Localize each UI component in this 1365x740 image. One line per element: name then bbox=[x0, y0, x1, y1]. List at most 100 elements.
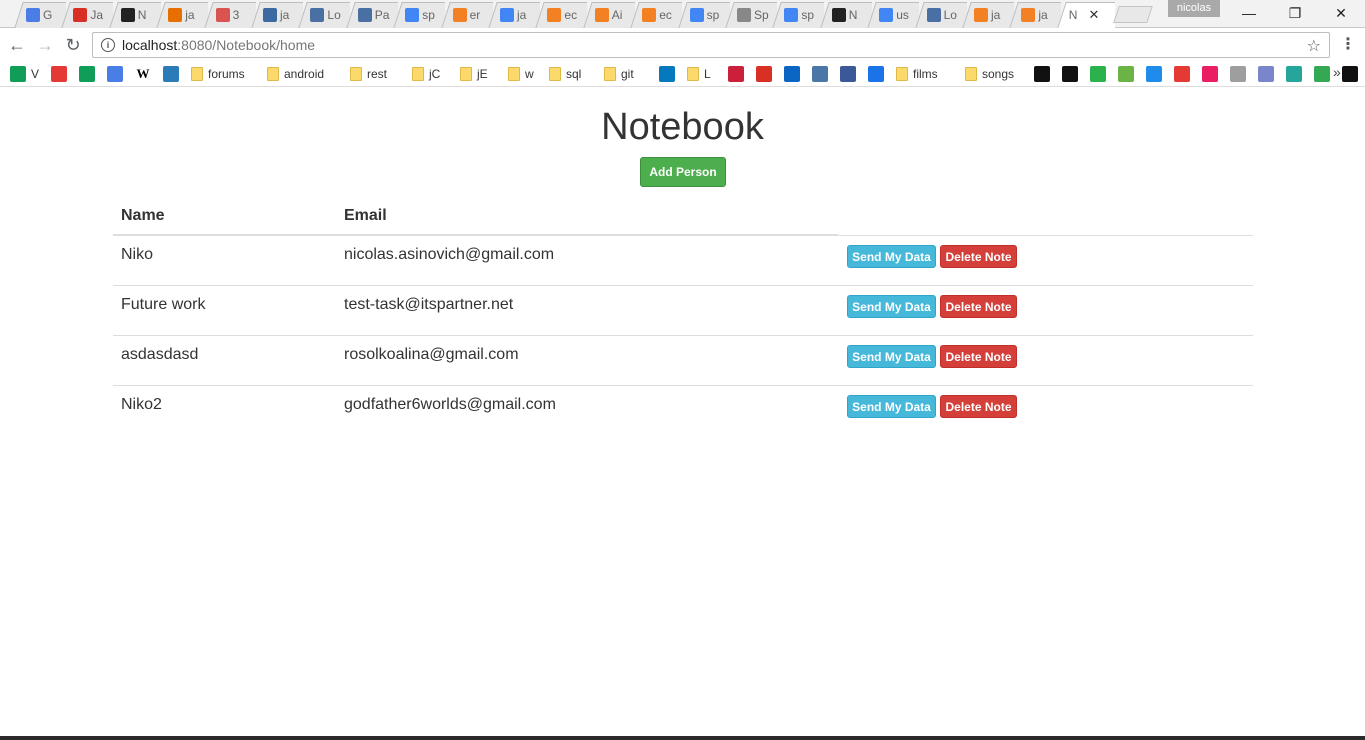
url-text[interactable]: localhost:8080/Notebook/home bbox=[122, 37, 315, 53]
bookmark-item[interactable]: jE bbox=[460, 65, 488, 83]
bookmark-item[interactable] bbox=[163, 65, 179, 83]
google-icon bbox=[784, 8, 799, 22]
bookmark-item[interactable] bbox=[1062, 65, 1078, 83]
bookmark-item[interactable] bbox=[868, 65, 884, 83]
send-my-data-button[interactable]: Send My Data bbox=[847, 395, 936, 418]
forward-icon[interactable]: → bbox=[33, 33, 57, 57]
bookmark-item[interactable] bbox=[1034, 65, 1050, 83]
browser-tab[interactable]: us bbox=[867, 2, 919, 28]
browser-tab[interactable]: ec bbox=[630, 2, 682, 28]
bookmark-item[interactable] bbox=[1230, 65, 1246, 83]
bookmark-item[interactable]: sql bbox=[549, 65, 581, 83]
send-my-data-button[interactable]: Send My Data bbox=[847, 295, 936, 318]
bookmark-label: sql bbox=[566, 67, 582, 81]
bookmark-item[interactable]: L bbox=[687, 65, 711, 83]
person-email: godfather6worlds@gmail.com bbox=[344, 396, 556, 413]
bookmark-item[interactable] bbox=[1146, 65, 1162, 83]
browser-tab[interactable]: ja bbox=[962, 2, 1014, 28]
bookmark-label: films bbox=[913, 67, 938, 81]
bookmark-item[interactable] bbox=[1090, 65, 1106, 83]
bookmark-item[interactable]: git bbox=[604, 65, 634, 83]
send-my-data-button[interactable]: Send My Data bbox=[847, 245, 936, 268]
delete-note-button[interactable]: Delete Note bbox=[940, 295, 1017, 318]
browser-tab[interactable]: ja bbox=[1009, 2, 1061, 28]
github-icon bbox=[831, 8, 846, 22]
browser-tab[interactable]: Pa bbox=[346, 2, 398, 28]
bookmark-item[interactable] bbox=[1174, 65, 1190, 83]
send-my-data-button[interactable]: Send My Data bbox=[847, 345, 936, 368]
browser-tab[interactable]: Ja bbox=[61, 2, 113, 28]
browser-tab[interactable]: er bbox=[441, 2, 493, 28]
browser-tab[interactable]: Sp bbox=[725, 2, 777, 28]
bookmark-item[interactable] bbox=[1202, 65, 1218, 83]
profile-button[interactable]: nicolas bbox=[1168, 0, 1220, 17]
site-info-icon[interactable]: i bbox=[101, 38, 115, 52]
back-icon[interactable]: ← bbox=[5, 33, 29, 57]
browser-tab[interactable]: Lo bbox=[915, 2, 967, 28]
vk-icon bbox=[812, 66, 828, 82]
bookmarks-overflow-icon[interactable]: » bbox=[1333, 64, 1341, 80]
bookmark-item[interactable] bbox=[840, 65, 856, 83]
bookmark-item[interactable]: jC bbox=[412, 65, 440, 83]
folder-icon bbox=[604, 67, 616, 81]
browser-tab[interactable]: sp bbox=[678, 2, 730, 28]
hexlet-icon bbox=[215, 8, 230, 22]
bookmark-item[interactable] bbox=[1342, 65, 1358, 83]
bookmark-item[interactable]: W bbox=[135, 65, 151, 83]
bookmark-item[interactable]: w bbox=[508, 65, 534, 83]
edge-icon bbox=[163, 66, 179, 82]
gmail-icon bbox=[73, 8, 88, 22]
browser-tab[interactable]: Lo bbox=[298, 2, 350, 28]
browser-tab[interactable]: G bbox=[14, 2, 66, 28]
bookmark-star-icon[interactable]: ☆ bbox=[1307, 36, 1321, 56]
bookmark-item[interactable]: songs bbox=[965, 65, 1014, 83]
pocket-icon bbox=[728, 66, 744, 82]
bookmark-item[interactable] bbox=[728, 65, 744, 83]
jr-icon bbox=[1062, 66, 1078, 82]
browser-tab[interactable]: ja bbox=[251, 2, 303, 28]
new-tab-button[interactable] bbox=[1116, 6, 1150, 23]
browser-tab[interactable]: Ai bbox=[583, 2, 635, 28]
bookmark-item[interactable] bbox=[812, 65, 828, 83]
close-window-icon[interactable]: ✕ bbox=[1318, 0, 1364, 26]
bookmark-item[interactable] bbox=[659, 65, 675, 83]
browser-tab[interactable]: ja bbox=[156, 2, 208, 28]
bookmark-item[interactable] bbox=[107, 65, 123, 83]
browser-tab[interactable]: N bbox=[109, 2, 161, 28]
delete-note-button[interactable]: Delete Note bbox=[940, 395, 1017, 418]
browser-tab[interactable]: ec bbox=[535, 2, 587, 28]
browser-menu-icon[interactable]: ⋮ bbox=[1340, 34, 1356, 54]
address-bar[interactable]: i localhost:8080/Notebook/home ☆ bbox=[92, 32, 1330, 58]
bookmark-item[interactable] bbox=[1258, 65, 1274, 83]
bookmark-item[interactable]: films bbox=[896, 65, 938, 83]
browser-tab[interactable]: ja bbox=[488, 2, 540, 28]
close-tab-icon[interactable]: ✕ bbox=[1088, 7, 1099, 23]
delete-note-button[interactable]: Delete Note bbox=[940, 345, 1017, 368]
reload-icon[interactable]: ↻ bbox=[61, 33, 85, 57]
add-person-button[interactable]: Add Person bbox=[640, 157, 726, 187]
browser-tab[interactable]: 3 bbox=[204, 2, 256, 28]
bookmark-item[interactable] bbox=[1286, 65, 1302, 83]
bookmark-item[interactable]: rest bbox=[350, 65, 387, 83]
delete-note-button[interactable]: Delete Note bbox=[940, 245, 1017, 268]
browser-tab[interactable]: sp bbox=[772, 2, 824, 28]
bookmark-item[interactable]: forums bbox=[191, 65, 245, 83]
google-translate-icon bbox=[26, 8, 40, 22]
bookmark-item[interactable] bbox=[1118, 65, 1134, 83]
browser-tab[interactable]: N ✕ bbox=[1057, 2, 1115, 28]
google-icon bbox=[879, 8, 894, 22]
bookmark-item[interactable] bbox=[784, 65, 800, 83]
bookmark-item[interactable]: android bbox=[267, 65, 324, 83]
browser-tab[interactable]: sp bbox=[393, 2, 445, 28]
tab-title: ec bbox=[659, 8, 672, 22]
page-title: Notebook bbox=[601, 106, 764, 148]
browser-tab[interactable]: N bbox=[820, 2, 872, 28]
sheets-icon bbox=[79, 66, 95, 82]
bookmark-item[interactable]: V bbox=[10, 65, 39, 83]
restore-icon[interactable]: ❐ bbox=[1272, 0, 1318, 26]
minimize-icon[interactable]: — bbox=[1226, 0, 1272, 26]
bookmark-item[interactable] bbox=[1314, 65, 1330, 83]
bookmark-item[interactable] bbox=[79, 65, 95, 83]
bookmark-item[interactable] bbox=[51, 65, 67, 83]
bookmark-item[interactable] bbox=[756, 65, 772, 83]
